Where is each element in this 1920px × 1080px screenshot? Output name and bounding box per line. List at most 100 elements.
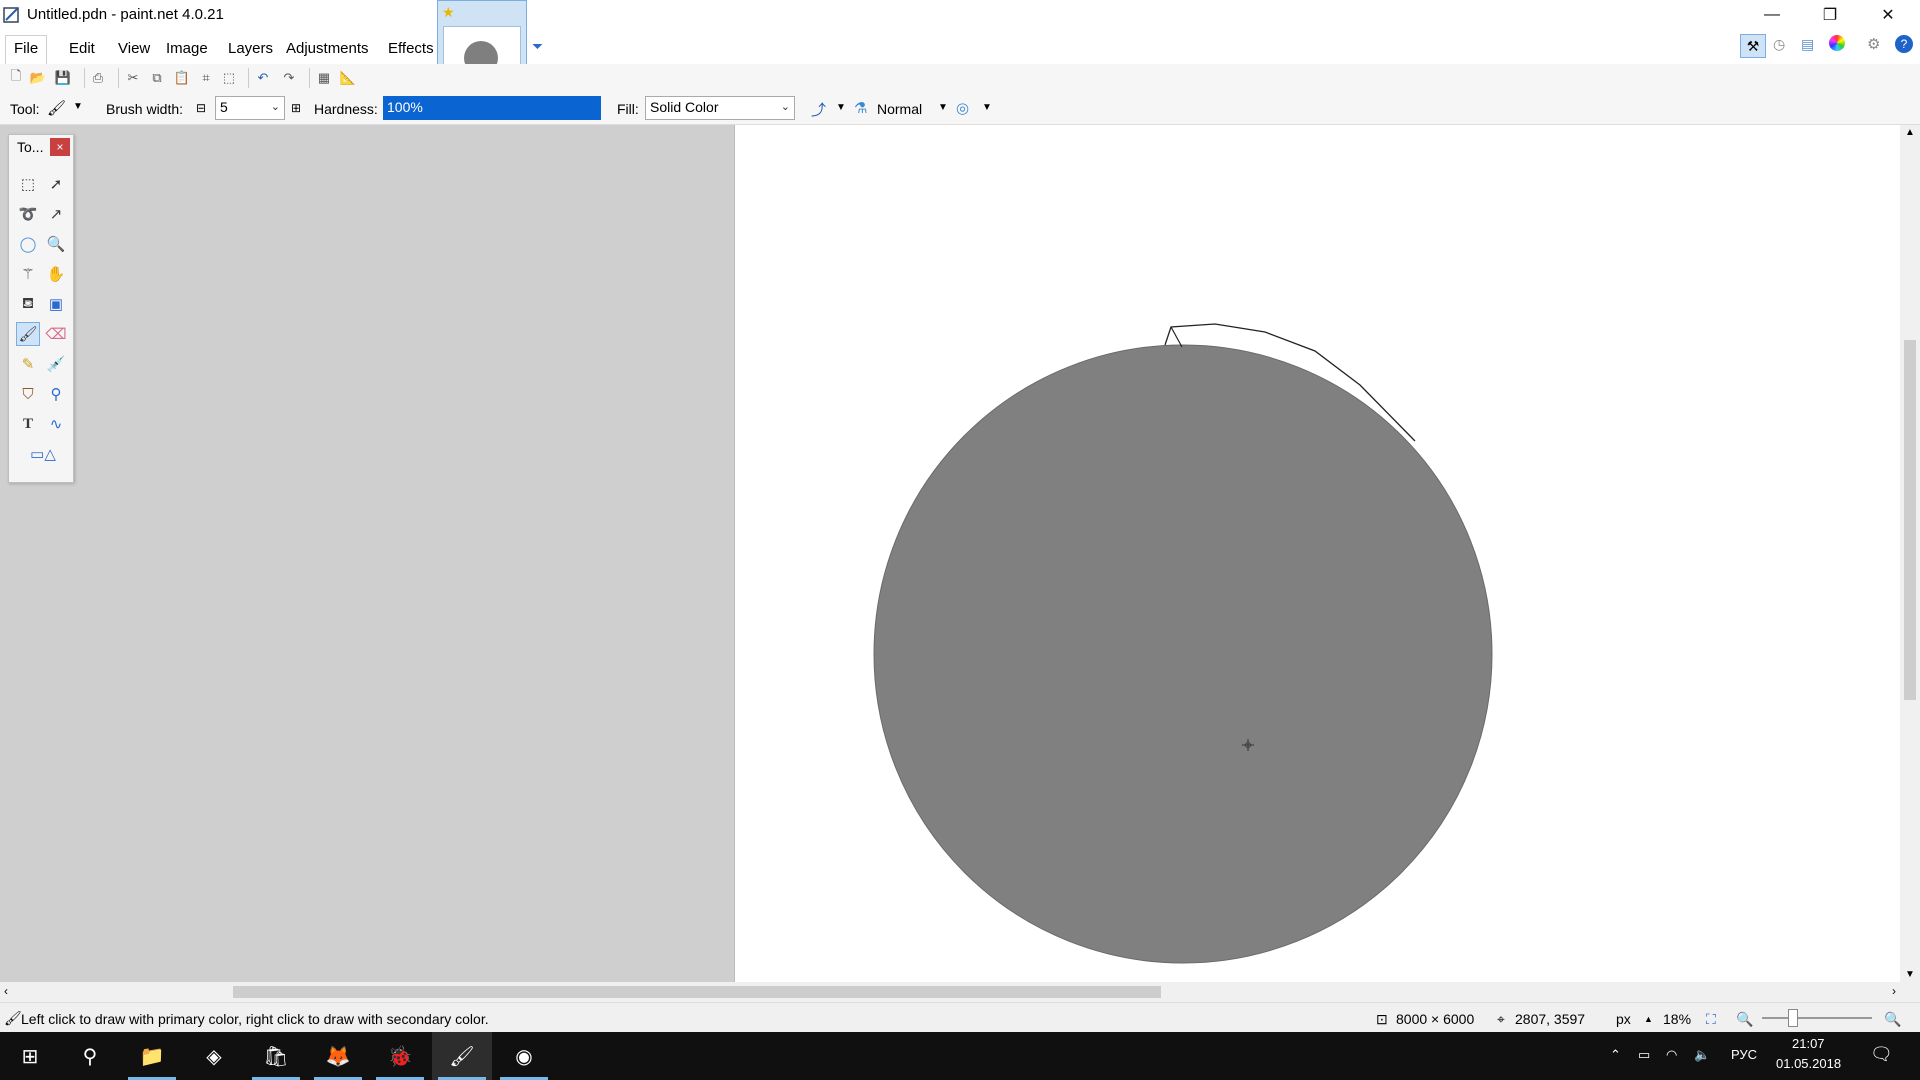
line-curve-icon[interactable]: ∿ (44, 412, 68, 436)
separator (248, 68, 249, 88)
current-tool-paintbrush-icon[interactable]: 🖌 (47, 99, 66, 117)
fill-select[interactable]: Solid Color ⌄ (645, 96, 795, 120)
decrease-width-icon[interactable]: ⊟ (196, 101, 206, 115)
wifi-icon[interactable]: ◠ (1666, 1047, 1677, 1063)
settings-gear-icon[interactable]: ⚙ (1867, 35, 1880, 53)
firefox-icon[interactable]: 🦊 (308, 1032, 368, 1080)
start-windows-icon[interactable]: ⊞ (0, 1032, 60, 1080)
zoom-slider[interactable] (1762, 1017, 1872, 1019)
eraser-icon[interactable]: ⌫ (44, 322, 68, 346)
history-window-icon[interactable]: ◷ (1773, 36, 1785, 53)
app-browser-icon[interactable]: ◈ (184, 1032, 244, 1080)
grid-icon[interactable]: ▦ (314, 68, 334, 88)
paintnet-taskbar-icon[interactable]: 🖌 (432, 1032, 492, 1080)
menu-view[interactable]: View (112, 38, 156, 62)
alpha-dropdown-icon[interactable]: ▼ (982, 102, 992, 113)
file-explorer-icon[interactable]: 📁 (122, 1032, 182, 1080)
menu-layers[interactable]: Layers (222, 38, 279, 62)
help-icon[interactable]: ? (1895, 35, 1913, 53)
brush-width-value: 5 (220, 99, 228, 115)
gradient-icon[interactable]: ▣ (44, 292, 68, 316)
ellipse-select-icon[interactable]: ◯ (16, 232, 40, 256)
rulers-icon[interactable]: 📐 (338, 68, 358, 88)
clock-date[interactable]: 01.05.2018 (1776, 1056, 1841, 1071)
text-tool-icon[interactable]: T (16, 412, 40, 436)
antialiasing-icon[interactable]: ⤴ (811, 99, 826, 120)
scroll-up-icon[interactable]: ▲ (1905, 127, 1915, 138)
increase-width-icon[interactable]: ⊞ (291, 101, 301, 115)
vertical-scroll-thumb[interactable] (1904, 340, 1916, 700)
vertical-scrollbar[interactable]: ▲ ▼ (1900, 125, 1920, 982)
save-icon[interactable]: 💾 (53, 68, 73, 88)
move-selected-icon[interactable]: ↗ (44, 202, 68, 226)
magic-wand-icon[interactable]: ⚚ (16, 262, 40, 286)
paste-icon[interactable]: 📋 (172, 68, 192, 88)
layers-window-icon[interactable]: ▤ (1801, 36, 1814, 53)
tools-panel-header[interactable]: To... × (9, 135, 73, 159)
tool-dropdown-arrow-icon[interactable]: ▼ (73, 101, 83, 112)
pan-hand-icon[interactable]: ✋ (44, 262, 68, 286)
undo-icon[interactable]: ↶ (253, 68, 273, 88)
menu-edit[interactable]: Edit (63, 38, 101, 62)
maximize-button[interactable]: ❐ (1801, 0, 1859, 30)
menu-image[interactable]: Image (160, 38, 214, 62)
battery-icon[interactable]: ▭ (1638, 1047, 1650, 1063)
color-picker-icon[interactable]: 💉 (44, 352, 68, 376)
volume-icon[interactable]: 🔈 (1694, 1047, 1710, 1063)
hardness-slider[interactable]: 100% (383, 96, 601, 120)
deselect-icon[interactable]: ⬚ (219, 68, 239, 88)
search-icon[interactable]: ⚲ (60, 1032, 120, 1080)
rectangle-select-icon[interactable]: ⬚ (16, 172, 40, 196)
zoom-to-window-icon[interactable]: ⛶ (1706, 1011, 1716, 1028)
image-canvas[interactable] (734, 125, 1901, 982)
blend-mode-value[interactable]: Normal (877, 101, 922, 117)
image-list-dropdown-icon[interactable]: ⏷ (532, 38, 543, 55)
redo-icon[interactable]: ↷ (279, 68, 299, 88)
new-image-icon[interactable]: 🗋 (6, 68, 26, 88)
show-hidden-icons-icon[interactable]: ⌃ (1610, 1047, 1621, 1063)
alpha-blending-icon[interactable]: ◎ (956, 99, 969, 117)
minimize-button[interactable]: — (1743, 0, 1801, 30)
tools-panel-close-button[interactable]: × (50, 138, 70, 156)
app-bug-icon[interactable]: 🐞 (370, 1032, 430, 1080)
copy-icon[interactable]: ⧉ (147, 68, 167, 88)
lasso-select-icon[interactable]: ➰ (16, 202, 40, 226)
antialiasing-dropdown-icon[interactable]: ▼ (836, 102, 846, 113)
units-dropdown-icon[interactable]: ▲ (1644, 1014, 1653, 1024)
brush-width-input[interactable]: 5 ⌄ (215, 96, 285, 120)
menu-adjustments[interactable]: Adjustments (280, 38, 375, 62)
zoom-level[interactable]: 18% (1663, 1011, 1691, 1027)
notifications-icon[interactable]: 🗨 (1870, 1044, 1893, 1065)
open-file-icon[interactable]: 📂 (28, 68, 48, 88)
units-select[interactable]: px (1616, 1011, 1631, 1027)
zoom-in-icon[interactable]: 🔍 (1884, 1011, 1901, 1028)
horizontal-scrollbar[interactable]: ‹ › (0, 982, 1900, 1002)
scroll-right-icon[interactable]: › (1892, 984, 1896, 998)
blend-dropdown-icon[interactable]: ▼ (938, 102, 948, 113)
menu-effects[interactable]: Effects (382, 38, 440, 62)
cut-icon[interactable]: ✂ (123, 68, 143, 88)
shapes-icon[interactable]: ▭△ (23, 442, 63, 466)
recolor-icon[interactable]: ⚲ (44, 382, 68, 406)
obs-icon[interactable]: ◉ (494, 1032, 554, 1080)
menu-file[interactable]: File (5, 35, 48, 65)
paintbrush-icon[interactable]: 🖌 (16, 322, 40, 346)
paint-bucket-icon[interactable]: ⛾ (16, 292, 40, 316)
input-language[interactable]: РУС (1731, 1047, 1757, 1062)
tools-window-icon[interactable]: ⚒ (1740, 34, 1766, 58)
print-icon[interactable]: ⎙ (88, 68, 108, 88)
pencil-icon[interactable]: ✎ (16, 352, 40, 376)
clock-time[interactable]: 21:07 (1792, 1036, 1825, 1051)
scroll-down-icon[interactable]: ▼ (1905, 969, 1915, 980)
colors-window-icon[interactable] (1829, 35, 1845, 51)
store-icon[interactable]: 🛍 (246, 1032, 306, 1080)
zoom-out-icon[interactable]: 🔍 (1736, 1011, 1753, 1028)
clone-stamp-icon[interactable]: ⛉ (16, 382, 40, 406)
crop-to-selection-icon[interactable]: ⌗ (196, 68, 216, 88)
zoom-icon[interactable]: 🔍 (44, 232, 68, 256)
horizontal-scroll-thumb[interactable] (233, 986, 1161, 998)
scroll-left-icon[interactable]: ‹ (4, 984, 8, 998)
close-button[interactable]: ✕ (1859, 0, 1917, 30)
zoom-slider-thumb[interactable] (1788, 1009, 1798, 1027)
move-selection-icon[interactable]: ➚ (44, 172, 68, 196)
